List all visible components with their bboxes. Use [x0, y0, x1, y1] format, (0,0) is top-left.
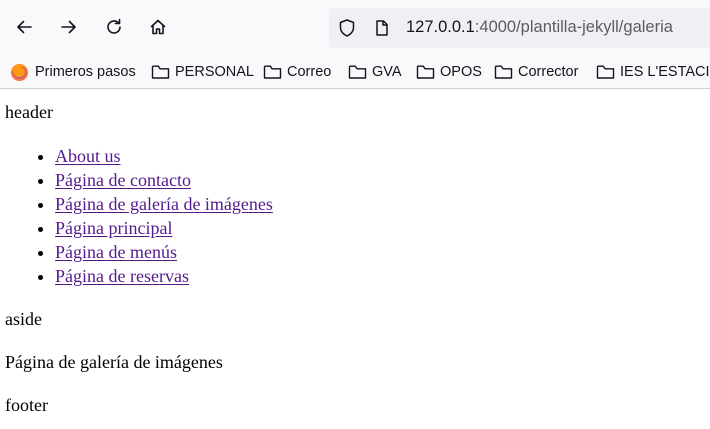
- footer-section: footer: [5, 395, 48, 415]
- link-menus[interactable]: Página de menús: [55, 242, 177, 262]
- bookmark-label: OPOS: [440, 64, 482, 80]
- link-principal[interactable]: Página principal: [55, 218, 172, 238]
- bookmark-correo[interactable]: Correo: [263, 56, 331, 88]
- url-text[interactable]: 127.0.0.1:4000/plantilla-jekyll/galeria: [406, 18, 673, 37]
- bookmark-label: Corrector: [518, 64, 579, 80]
- reload-button[interactable]: [100, 13, 128, 41]
- nav-item: Página de menús: [55, 240, 273, 264]
- nav-item: About us: [55, 144, 273, 168]
- url-bar[interactable]: 127.0.0.1:4000/plantilla-jekyll/galeria: [329, 8, 710, 48]
- folder-icon: [494, 65, 513, 79]
- firefox-icon: [10, 63, 29, 81]
- page-icon[interactable]: [373, 19, 391, 37]
- bookmark-label: PERSONAL: [175, 64, 254, 80]
- link-galeria[interactable]: Página de galería de imágenes: [55, 194, 273, 214]
- nav-item: Página de galería de imágenes: [55, 192, 273, 216]
- forward-button[interactable]: [55, 13, 83, 41]
- nav-item: Página de contacto: [55, 168, 273, 192]
- arrow-left-icon: [17, 20, 32, 34]
- link-about-us[interactable]: About us: [55, 146, 121, 166]
- home-icon: [150, 19, 166, 35]
- bookmarks-bar: Primeros pasos PERSONAL Correo GVA OPOS …: [0, 56, 710, 89]
- bookmark-label: Correo: [287, 64, 332, 80]
- main-section: Página de galería de imágenes: [5, 352, 223, 372]
- bookmark-personal[interactable]: PERSONAL: [151, 56, 254, 88]
- bookmark-opos[interactable]: OPOS: [416, 56, 482, 88]
- nav-item: Página principal: [55, 216, 273, 240]
- bookmark-primeros-pasos[interactable]: Primeros pasos: [10, 56, 136, 88]
- bookmark-ies-lestacio[interactable]: IES L'ESTACIÓ: [596, 56, 710, 88]
- folder-icon: [263, 65, 282, 79]
- reload-icon: [107, 18, 121, 34]
- url-path: :4000/plantilla-jekyll/galeria: [474, 18, 673, 36]
- back-button[interactable]: [10, 13, 38, 41]
- bookmark-label: GVA: [372, 64, 402, 80]
- folder-icon: [416, 65, 435, 79]
- link-reservas[interactable]: Página de reservas: [55, 266, 189, 286]
- folder-icon: [596, 65, 615, 79]
- shield-icon[interactable]: [337, 18, 357, 38]
- nav-item: Página de reservas: [55, 264, 273, 288]
- bookmark-corrector[interactable]: Corrector: [494, 56, 578, 88]
- browser-toolbar: 127.0.0.1:4000/plantilla-jekyll/galeria: [0, 0, 710, 56]
- aside-section: aside: [5, 309, 42, 329]
- header-section: header: [5, 102, 53, 122]
- home-button[interactable]: [144, 13, 172, 41]
- folder-icon: [151, 65, 170, 79]
- bookmark-gva[interactable]: GVA: [348, 56, 402, 88]
- bookmark-label: Primeros pasos: [35, 64, 136, 80]
- url-host: 127.0.0.1: [406, 18, 475, 36]
- arrow-right-icon: [61, 20, 76, 34]
- nav-list: About us Página de contacto Página de ga…: [0, 144, 273, 288]
- page-content: header About us Página de contacto Págin…: [0, 89, 710, 429]
- folder-icon: [348, 65, 367, 79]
- link-contacto[interactable]: Página de contacto: [55, 170, 191, 190]
- bookmark-label: IES L'ESTACIÓ: [620, 64, 710, 80]
